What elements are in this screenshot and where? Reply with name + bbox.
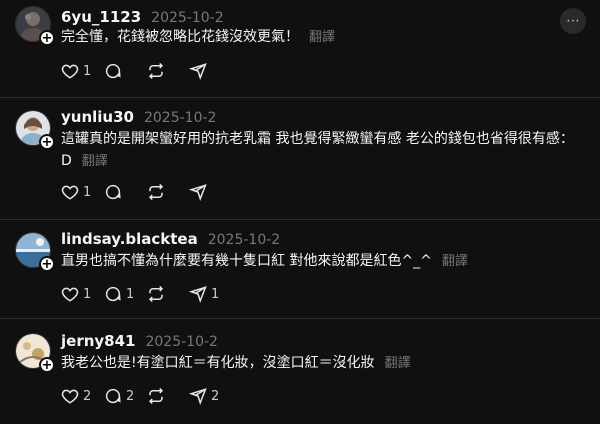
- username[interactable]: 6yu_1123: [61, 8, 141, 26]
- comment-thread: ⋯ + 6yu_1123 2025-10-2 完全懂，花錢被忽略比花錢沒效更氣！…: [0, 0, 600, 424]
- repost-icon: [148, 183, 164, 201]
- username[interactable]: lindsay.blacktea: [61, 230, 198, 248]
- like-count: 2: [83, 388, 92, 404]
- action-bar: 1: [61, 182, 229, 202]
- heart-icon: [61, 64, 79, 79]
- follow-plus-icon[interactable]: +: [39, 30, 55, 46]
- action-bar: 1: [61, 61, 229, 81]
- comment-icon: [105, 286, 121, 302]
- like-count: 1: [83, 184, 92, 200]
- translate-link[interactable]: 翻譯: [385, 356, 411, 371]
- avatar-container[interactable]: +: [15, 232, 55, 272]
- username[interactable]: jerny841: [61, 332, 135, 350]
- avatar-container[interactable]: +: [15, 6, 55, 46]
- comment-text: 完全懂，花錢被忽略比花錢沒效更氣！: [61, 29, 299, 45]
- like-button[interactable]: 2: [61, 386, 104, 406]
- avatar-container[interactable]: +: [15, 333, 55, 373]
- like-button[interactable]: 1: [61, 182, 104, 202]
- follow-plus-icon[interactable]: +: [39, 256, 55, 272]
- follow-plus-icon[interactable]: +: [39, 357, 55, 373]
- comment-header: lindsay.blacktea 2025-10-2: [61, 230, 280, 248]
- comment-text: 我老公也是!有塗口紅＝有化妝，沒塗口紅＝沒化妝: [61, 355, 375, 371]
- comment-icon: [105, 388, 121, 404]
- reply-button[interactable]: [104, 182, 147, 202]
- comment-icon: [105, 63, 121, 79]
- translate-link[interactable]: 翻譯: [309, 30, 335, 45]
- comment-text: 這罐真的是開架蠻好用的抗老乳霜 我也覺得緊緻蠻有感 老公的錢包也省得很有感：D: [61, 131, 574, 169]
- repost-button[interactable]: [147, 284, 189, 304]
- reply-count: 2: [126, 388, 135, 404]
- comment-item: + yunliu30 2025-10-2 這罐真的是開架蠻好用的抗老乳霜 我也覺…: [0, 98, 600, 219]
- reply-button[interactable]: 2: [104, 386, 147, 406]
- comment-item: + jerny841 2025-10-2 我老公也是!有塗口紅＝有化妝，沒塗口紅…: [0, 319, 600, 424]
- timestamp[interactable]: 2025-10-2: [145, 334, 217, 350]
- share-button[interactable]: 1: [189, 284, 229, 304]
- repost-icon: [148, 285, 164, 303]
- reply-count: 1: [126, 286, 135, 302]
- share-icon: [189, 388, 207, 405]
- like-count: 1: [83, 286, 92, 302]
- username[interactable]: yunliu30: [61, 108, 134, 126]
- share-button[interactable]: [189, 61, 229, 81]
- comment-header: 6yu_1123 2025-10-2: [61, 8, 224, 26]
- repost-button[interactable]: [147, 182, 189, 202]
- share-icon: [189, 286, 207, 303]
- heart-icon: [61, 185, 79, 200]
- comment-body: 我老公也是!有塗口紅＝有化妝，沒塗口紅＝沒化妝 翻譯: [61, 352, 581, 375]
- comment-icon: [105, 184, 121, 200]
- comment-text: 直男也搞不懂為什麼要有幾十隻口紅 對他來說都是紅色^_^: [61, 253, 432, 269]
- repost-button[interactable]: [147, 61, 189, 81]
- timestamp[interactable]: 2025-10-2: [151, 10, 223, 26]
- timestamp[interactable]: 2025-10-2: [144, 110, 216, 126]
- share-count: 1: [211, 286, 220, 302]
- comment-header: yunliu30 2025-10-2: [61, 108, 216, 126]
- like-button[interactable]: 1: [61, 284, 104, 304]
- follow-plus-icon[interactable]: +: [39, 134, 55, 150]
- like-button[interactable]: 1: [61, 61, 104, 81]
- comment-item: + lindsay.blacktea 2025-10-2 直男也搞不懂為什麼要有…: [0, 220, 600, 318]
- comment-header: jerny841 2025-10-2: [61, 332, 218, 350]
- share-icon: [189, 184, 207, 201]
- reply-button[interactable]: [104, 61, 147, 81]
- timestamp[interactable]: 2025-10-2: [208, 232, 280, 248]
- like-count: 1: [83, 63, 92, 79]
- repost-button[interactable]: [147, 386, 189, 406]
- heart-icon: [61, 389, 79, 404]
- repost-icon: [148, 62, 164, 80]
- comment-body: 完全懂，花錢被忽略比花錢沒效更氣！ 翻譯: [61, 26, 581, 49]
- comment-body: 直男也搞不懂為什麼要有幾十隻口紅 對他來說都是紅色^_^ 翻譯: [61, 250, 581, 273]
- share-button[interactable]: 2: [189, 386, 229, 406]
- heart-icon: [61, 287, 79, 302]
- share-count: 2: [211, 388, 220, 404]
- repost-icon: [148, 387, 164, 405]
- comment-item: + 6yu_1123 2025-10-2 完全懂，花錢被忽略比花錢沒效更氣！ 翻譯…: [0, 0, 600, 97]
- translate-link[interactable]: 翻譯: [442, 254, 468, 269]
- share-icon: [189, 63, 207, 80]
- reply-button[interactable]: 1: [104, 284, 147, 304]
- action-bar: 2 2 2: [61, 386, 229, 406]
- translate-link[interactable]: 翻譯: [82, 154, 108, 169]
- share-button[interactable]: [189, 182, 229, 202]
- avatar-container[interactable]: +: [15, 110, 55, 150]
- comment-body: 這罐真的是開架蠻好用的抗老乳霜 我也覺得緊緻蠻有感 老公的錢包也省得很有感：D 翻…: [61, 128, 581, 173]
- action-bar: 1 1 1: [61, 284, 229, 304]
